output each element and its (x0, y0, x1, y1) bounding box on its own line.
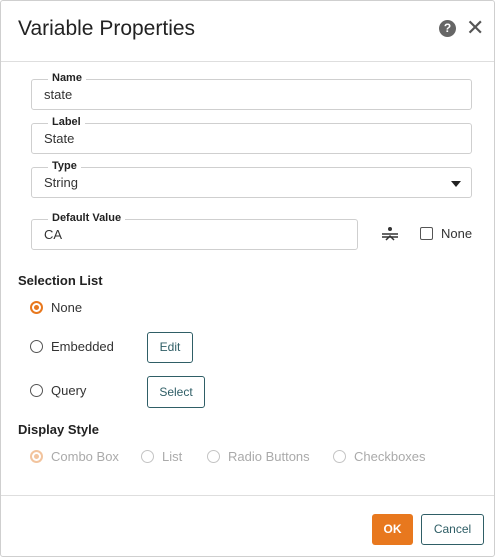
display-list-label: List (162, 449, 183, 464)
selection-none-radio[interactable] (30, 301, 43, 314)
dialog-header: Variable Properties ? ✕ (1, 1, 494, 62)
display-combo-box-label: Combo Box (51, 449, 119, 464)
default-value-none-checkbox[interactable] (420, 227, 433, 240)
type-select-label: Type (48, 160, 81, 173)
selection-query-radio[interactable] (30, 384, 43, 397)
display-radio-buttons-radio[interactable] (207, 450, 220, 463)
display-combo-box-radio[interactable] (30, 450, 43, 463)
display-style-heading: Display Style (18, 422, 99, 437)
name-field[interactable]: Name state (31, 72, 472, 110)
label-field[interactable]: Label State (31, 116, 472, 154)
default-value-field-label: Default Value (48, 212, 126, 225)
label-field-value: State (44, 131, 75, 146)
label-field-label: Label (48, 116, 85, 129)
edit-button[interactable]: Edit (147, 332, 193, 363)
selection-embedded-radio[interactable] (30, 340, 43, 353)
name-field-value: state (44, 87, 73, 102)
footer-divider (1, 495, 494, 496)
ok-button[interactable]: OK (372, 514, 413, 545)
select-button[interactable]: Select (147, 376, 205, 408)
default-value-field[interactable]: Default Value CA (31, 212, 358, 250)
display-list-radio[interactable] (141, 450, 154, 463)
display-checkboxes-label: Checkboxes (354, 449, 426, 464)
default-value-none-label: None (441, 226, 473, 241)
selection-query-label: Query (51, 383, 87, 398)
chevron-down-icon (451, 181, 461, 187)
display-radio-buttons-label: Radio Buttons (228, 449, 310, 464)
expression-icon[interactable] (380, 225, 400, 245)
type-select-value: String (44, 175, 78, 190)
type-select[interactable]: Type String (31, 160, 472, 198)
close-icon[interactable]: ✕ (466, 15, 484, 41)
dialog-title: Variable Properties (18, 17, 196, 40)
name-field-label: Name (48, 72, 86, 85)
question-circle-icon[interactable]: ? (439, 20, 456, 37)
selection-embedded-label: Embedded (51, 339, 114, 354)
cancel-button[interactable]: Cancel (421, 514, 484, 545)
display-checkboxes-radio[interactable] (333, 450, 346, 463)
variable-properties-dialog: Variable Properties ? ✕ Name state Label… (0, 0, 495, 557)
selection-list-heading: Selection List (18, 273, 103, 288)
default-value-field-value: CA (44, 227, 63, 242)
selection-none-label: None (51, 300, 83, 315)
